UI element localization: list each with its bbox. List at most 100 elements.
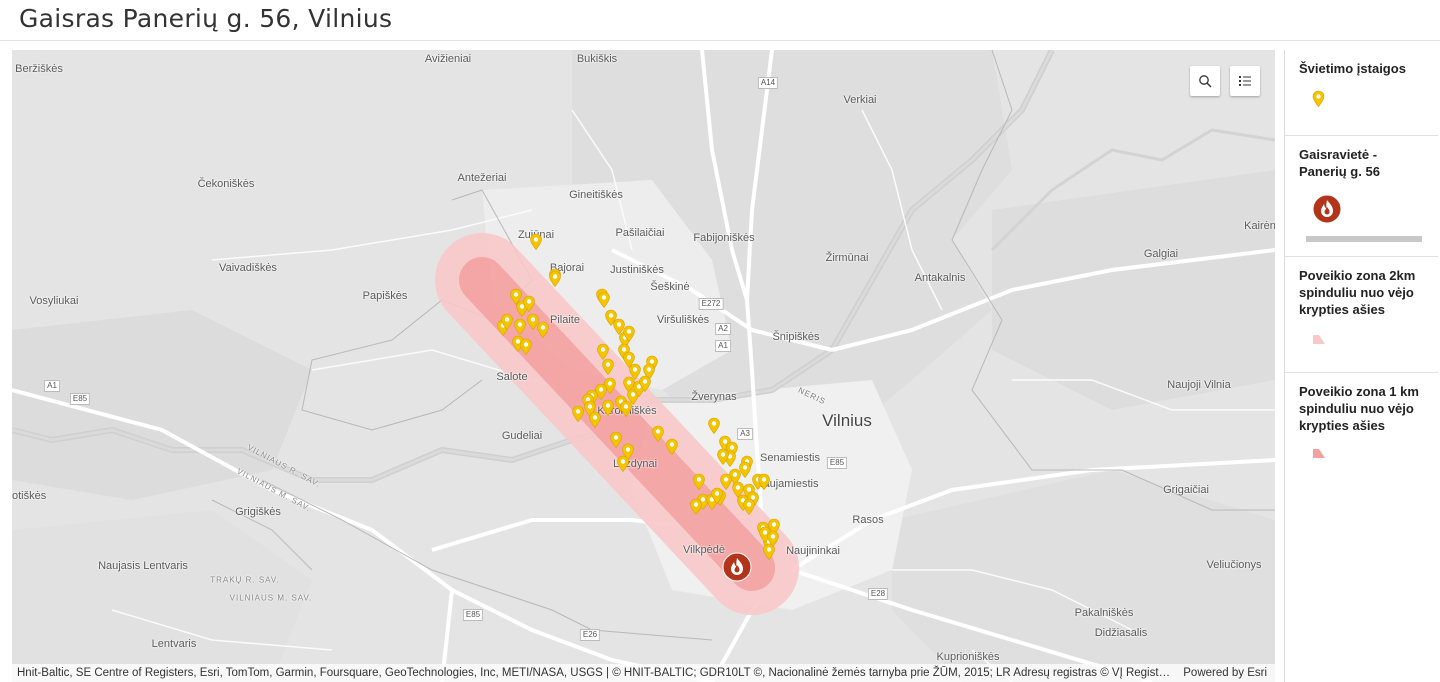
search-icon [1199,75,1212,88]
map-label: Vosyliukai [29,295,79,307]
school-pin[interactable] [514,318,527,335]
fire-icon [1312,194,1342,224]
road-shield: A2 [715,323,731,335]
legend-item-title: Gaisravietė - Panerių g. 56 [1299,147,1380,179]
map-label: Senamiestis [760,452,820,464]
legend-item-fire-site: Gaisravietė - Panerių g. 56 [1285,136,1438,257]
map-label: Bukiškis [576,53,618,65]
school-pin[interactable] [690,498,703,515]
map-label: Justiniškės [610,264,664,276]
school-pin[interactable] [523,295,536,312]
search-button[interactable] [1190,66,1220,96]
legend-item-title: Švietimo įstaigos [1299,61,1406,76]
road-shield: E85 [462,609,484,621]
school-pin[interactable] [617,455,630,472]
school-pin[interactable] [549,270,562,287]
map-label: Pašilaičiai [615,227,665,239]
map-attribution: Hnit-Baltic, SE Centre of Registers, Esr… [12,664,1275,682]
school-pin[interactable] [572,405,585,422]
school-pin[interactable] [537,321,550,338]
map-label: Grigiškės [235,506,281,518]
zone-swatch-icon [1313,449,1325,458]
map-label: Naujoji Vilnia [1167,379,1231,391]
legend-item-zone-2km: Poveikio zona 2km spinduliu nuo vėjo kry… [1285,257,1438,373]
school-pin[interactable] [623,325,636,342]
school-pin[interactable] [758,473,771,490]
fire-site-marker[interactable] [722,552,752,582]
attribution-text: Hnit-Baltic, SE Centre of Registers, Esr… [17,667,1172,679]
map-label: TRAKŲ R. SAV. [210,575,280,585]
map-label: Didžiasalis [1094,627,1148,639]
road-shield: E28 [867,588,889,600]
road-shield: E26 [579,629,601,641]
zone-swatch-icon [1313,335,1325,344]
legend-item-zone-1km: Poveikio zona 1 km spinduliu nuo vėjo kr… [1285,373,1438,483]
map-label: VILNIAUS M. SAV. [229,593,313,603]
school-pin[interactable] [530,233,543,250]
legend-item-title: Poveikio zona 2km spinduliu nuo vėjo kry… [1299,268,1416,317]
legend-item-education: Švietimo įstaigos [1285,50,1438,136]
legend-item-title: Poveikio zona 1 km spinduliu nuo vėjo kr… [1299,384,1419,433]
road-shield: A14 [757,77,779,89]
map-label: Naujasis Lentvaris [98,560,188,572]
map-label: Antežeriai [457,172,507,184]
map-label: Šnipiškės [772,331,820,343]
school-pin[interactable] [639,375,652,392]
map-label: Gudeliai [501,430,543,442]
school-pin[interactable] [708,417,721,434]
school-pin[interactable] [717,448,730,465]
map-label: Šeškinė [650,281,690,293]
map-label: Antakalnis [914,272,966,284]
map-label: otiškės [12,490,47,502]
map-label: Fabijoniškės [693,232,755,244]
map-label: Vaivadiškės [219,262,277,274]
map-label: Naujininkai [786,545,840,557]
map-label: Pilaite [550,314,580,326]
school-pin[interactable] [711,487,724,504]
map-label: Viršuliškės [656,314,710,326]
school-pin[interactable] [767,530,780,547]
school-pin[interactable] [743,498,756,515]
map-pin-icon [1312,90,1325,107]
legend-panel: Švietimo įstaigos Gaisravietė - Panerių … [1284,50,1438,682]
school-pin[interactable] [602,358,615,375]
map-label: Papiškės [362,290,408,302]
map-label: Čekoniškės [197,178,255,190]
map-label: Grigaičiai [1163,484,1209,496]
school-pin[interactable] [501,313,514,330]
school-pin[interactable] [602,399,615,416]
page-title: Gaisras Panerių g. 56, Vilnius [19,4,393,33]
legend-scrollbar[interactable] [1306,236,1422,242]
map-label: Salote [496,371,528,383]
school-pin[interactable] [598,291,611,308]
app-header: Gaisras Panerių g. 56, Vilnius [0,0,1440,41]
map-label: Gineitiškės [569,189,623,201]
school-pin[interactable] [666,438,679,455]
school-pin[interactable] [652,425,665,442]
road-shield: E272 [698,298,724,310]
road-shield: E85 [69,393,91,405]
map-view[interactable]: Beržiškės Avižieniai Bukiškis Verkiai Čekoni… [12,50,1275,682]
map-label: Žirmūnai [825,252,869,264]
map-label: Beržiškės [15,63,63,75]
school-pin[interactable] [520,338,533,355]
map-label: Veliučionys [1206,559,1262,571]
map-label: Kuprioniškės [936,651,1000,663]
fire-icon [722,552,752,582]
powered-by-esri-link[interactable]: Powered by Esri [1183,664,1267,682]
map-label: Žverynas [691,391,737,403]
map-label: Galgiai [1143,248,1179,260]
school-pin[interactable] [589,411,602,428]
road-shield: A1 [715,340,731,352]
school-pin[interactable] [693,473,706,490]
map-label: Pakalniškės [1074,607,1134,619]
road-shield: A1 [44,380,60,392]
map-label: Rasos [852,514,884,526]
map-label: Vilkpėdė [683,544,725,556]
map-label: Verkiai [843,94,877,106]
map-label: Lentvaris [151,638,197,650]
list-icon [1239,76,1251,86]
road-shield: A3 [737,428,753,440]
legend-toggle-button[interactable] [1230,66,1260,96]
road-shield: E85 [826,457,848,469]
